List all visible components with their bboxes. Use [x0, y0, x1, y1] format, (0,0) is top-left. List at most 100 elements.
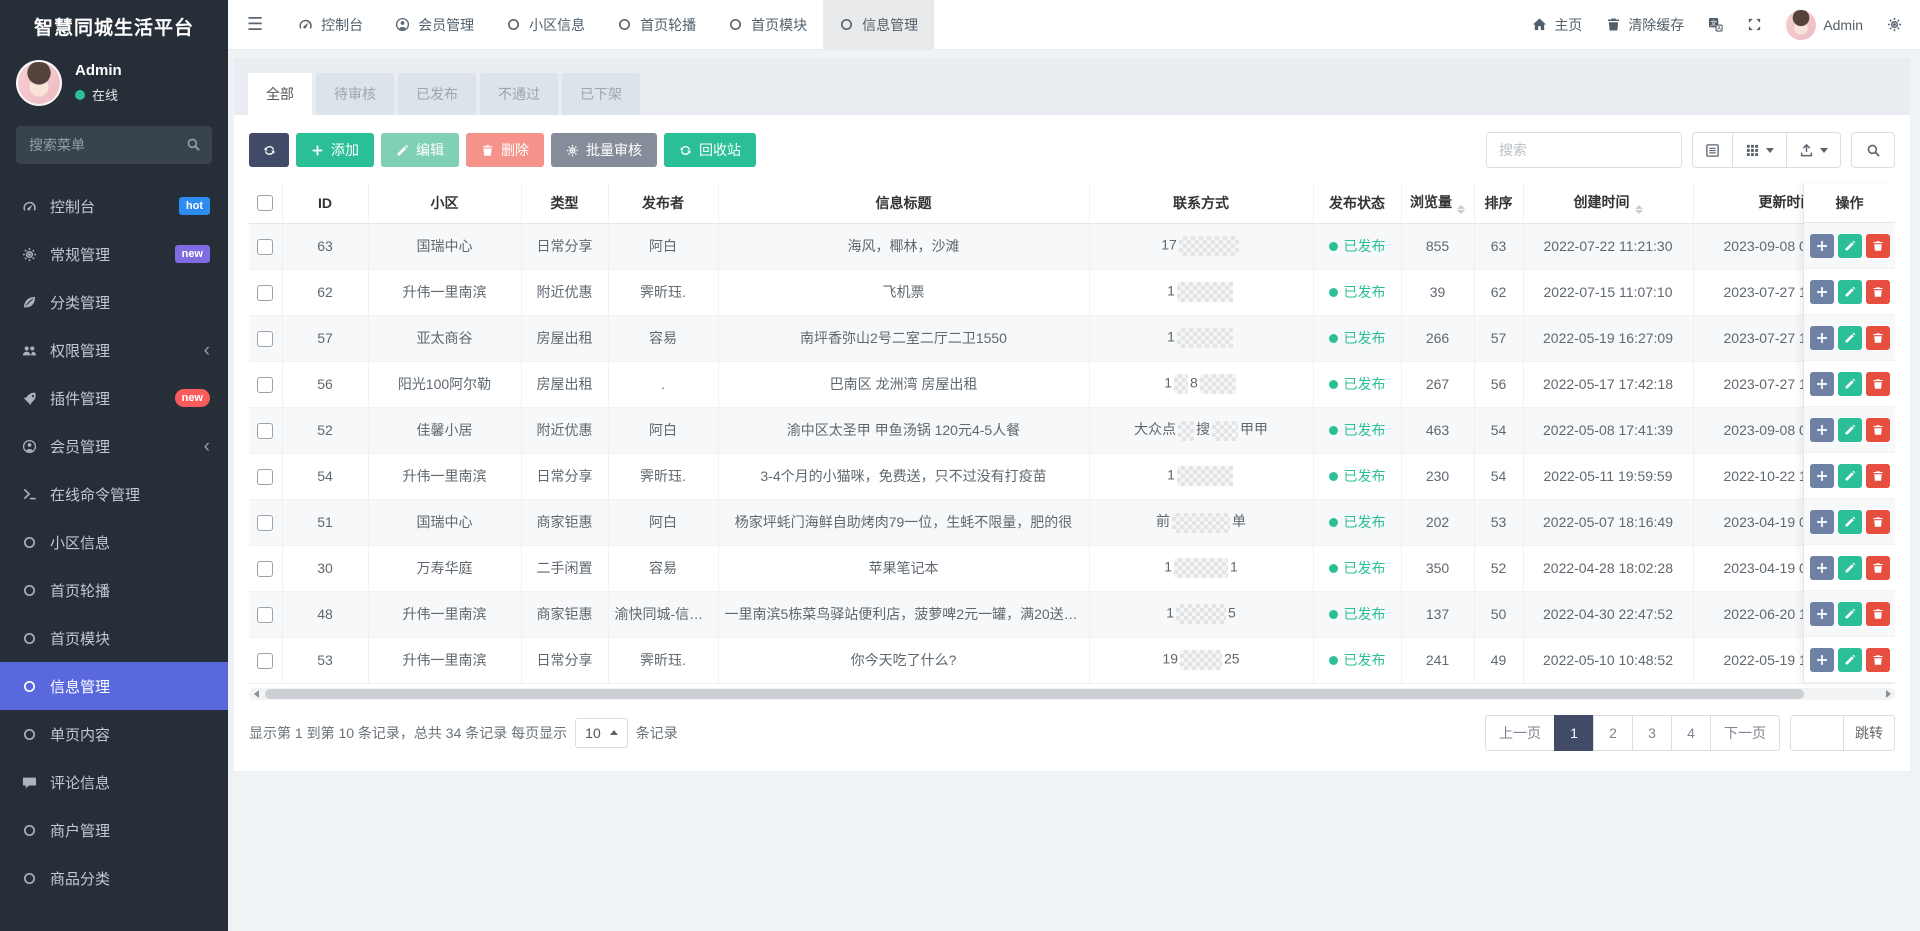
row-move-button[interactable]: [1810, 556, 1834, 580]
row-edit-button[interactable]: [1838, 648, 1862, 672]
user-menu[interactable]: Admin: [1786, 10, 1863, 40]
scrollbar-thumb[interactable]: [265, 689, 1804, 699]
row-delete-button[interactable]: [1866, 326, 1890, 350]
settings-button[interactable]: [1887, 17, 1902, 32]
row-checkbox[interactable]: [257, 561, 273, 577]
top-tab-dashboard[interactable]: 控制台: [282, 0, 379, 50]
table-row[interactable]: 57 亚太商谷 房屋出租 容易 南坪香弥山2号二室二厅二卫1550 1 已发布 …: [249, 315, 1895, 361]
row-checkbox[interactable]: [257, 515, 273, 531]
detail-view-button[interactable]: [1692, 132, 1733, 168]
language-button[interactable]: 文A: [1708, 17, 1723, 32]
row-delete-button[interactable]: [1866, 372, 1890, 396]
sidebar-item-merchant[interactable]: 商户管理: [0, 806, 228, 854]
page-button-2[interactable]: 2: [1593, 715, 1633, 751]
row-edit-button[interactable]: [1838, 326, 1862, 350]
page-size-select[interactable]: 10: [575, 718, 628, 748]
delete-button[interactable]: 删除: [466, 133, 544, 167]
column-header[interactable]: 创建时间: [1523, 183, 1693, 223]
table-row[interactable]: 53 升伟一里南滨 日常分享 霁昕珏. 你今天吃了什么? 1925 已发布 24…: [249, 637, 1895, 683]
row-move-button[interactable]: [1810, 372, 1834, 396]
columns-button[interactable]: [1732, 132, 1787, 168]
home-link[interactable]: 主页: [1532, 15, 1582, 35]
row-checkbox[interactable]: [257, 239, 273, 255]
row-delete-button[interactable]: [1866, 418, 1890, 442]
row-edit-button[interactable]: [1838, 418, 1862, 442]
row-edit-button[interactable]: [1838, 234, 1862, 258]
recycle-bin-button[interactable]: 回收站: [664, 133, 756, 167]
row-delete-button[interactable]: [1866, 602, 1890, 626]
sidebar-item-auth[interactable]: 权限管理‹: [0, 326, 228, 374]
row-checkbox[interactable]: [257, 423, 273, 439]
row-checkbox[interactable]: [257, 607, 273, 623]
jump-button[interactable]: 跳转: [1844, 715, 1895, 751]
sidebar-item-general[interactable]: 常规管理new: [0, 230, 228, 278]
sidebar-item-page[interactable]: 单页内容: [0, 710, 228, 758]
add-button[interactable]: 添加: [296, 133, 374, 167]
next-page-button[interactable]: 下一页: [1710, 715, 1780, 751]
edit-button[interactable]: 编辑: [381, 133, 459, 167]
page-button-1[interactable]: 1: [1554, 715, 1594, 751]
row-edit-button[interactable]: [1838, 464, 1862, 488]
row-checkbox[interactable]: [257, 377, 273, 393]
row-delete-button[interactable]: [1866, 280, 1890, 304]
page-button-4[interactable]: 4: [1671, 715, 1711, 751]
sidebar-item-command[interactable]: 在线命令管理: [0, 470, 228, 518]
row-delete-button[interactable]: [1866, 510, 1890, 534]
row-move-button[interactable]: [1810, 464, 1834, 488]
row-edit-button[interactable]: [1838, 280, 1862, 304]
search-toggle-button[interactable]: [1851, 132, 1895, 168]
row-edit-button[interactable]: [1838, 602, 1862, 626]
row-edit-button[interactable]: [1838, 510, 1862, 534]
sidebar-item-module[interactable]: 首页模块: [0, 614, 228, 662]
select-all-checkbox[interactable]: [257, 195, 273, 211]
row-move-button[interactable]: [1810, 602, 1834, 626]
table-row[interactable]: 62 升伟一里南滨 附近优惠 霁昕珏. 飞机票 1 已发布 39 62 2022…: [249, 269, 1895, 315]
row-move-button[interactable]: [1810, 326, 1834, 350]
row-delete-button[interactable]: [1866, 556, 1890, 580]
sidebar-item-info[interactable]: 信息管理: [0, 662, 228, 710]
filter-tab-rejected[interactable]: 不通过: [480, 73, 558, 115]
row-move-button[interactable]: [1810, 418, 1834, 442]
row-edit-button[interactable]: [1838, 556, 1862, 580]
row-delete-button[interactable]: [1866, 648, 1890, 672]
refresh-button[interactable]: [249, 133, 289, 167]
sidebar-item-community[interactable]: 小区信息: [0, 518, 228, 566]
clear-cache-button[interactable]: 清除缓存: [1606, 15, 1684, 35]
table-search-input[interactable]: [1486, 132, 1682, 168]
row-checkbox[interactable]: [257, 469, 273, 485]
sidebar-item-addon[interactable]: 插件管理new: [0, 374, 228, 422]
top-tab-info[interactable]: 信息管理: [823, 0, 934, 50]
row-edit-button[interactable]: [1838, 372, 1862, 396]
scroll-right-arrow[interactable]: [1881, 688, 1895, 700]
sidebar-item-goods[interactable]: 商品分类: [0, 854, 228, 902]
top-tab-community[interactable]: 小区信息: [490, 0, 601, 50]
row-move-button[interactable]: [1810, 280, 1834, 304]
row-delete-button[interactable]: [1866, 234, 1890, 258]
jump-page-input[interactable]: [1790, 715, 1844, 751]
sidebar-item-banner[interactable]: 首页轮播: [0, 566, 228, 614]
horizontal-scrollbar[interactable]: [249, 688, 1895, 700]
sidebar-item-comment[interactable]: 评论信息: [0, 758, 228, 806]
top-tab-member[interactable]: 会员管理: [379, 0, 490, 50]
table-row[interactable]: 56 阳光100阿尔勒 房屋出租 . 巴南区 龙洲湾 房屋出租 18 已发布 2…: [249, 361, 1895, 407]
row-delete-button[interactable]: [1866, 464, 1890, 488]
filter-tab-published[interactable]: 已发布: [398, 73, 476, 115]
sidebar-item-dashboard[interactable]: 控制台hot: [0, 182, 228, 230]
prev-page-button[interactable]: 上一页: [1485, 715, 1555, 751]
table-row[interactable]: 51 国瑞中心 商家钜惠 阿白 杨家坪蚝门海鲜自助烤肉79一位，生蚝不限量，肥的…: [249, 499, 1895, 545]
top-tab-banner[interactable]: 首页轮播: [601, 0, 712, 50]
table-row[interactable]: 54 升伟一里南滨 日常分享 霁昕珏. 3-4个月的小猫咪，免费送，只不过没有打…: [249, 453, 1895, 499]
sidebar-item-category[interactable]: 分类管理: [0, 278, 228, 326]
row-move-button[interactable]: [1810, 510, 1834, 534]
export-button[interactable]: [1786, 132, 1841, 168]
table-row[interactable]: 52 佳馨小居 附近优惠 阿白 渝中区太圣甲 甲鱼汤锅 120元4-5人餐 大众…: [249, 407, 1895, 453]
table-row[interactable]: 48 升伟一里南滨 商家钜惠 渝快同城-信息推广 一里南滨5栋菜鸟驿站便利店，菠…: [249, 591, 1895, 637]
table-row[interactable]: 63 国瑞中心 日常分享 阿白 海风，椰林，沙滩 17 已发布 855 63 2…: [249, 223, 1895, 269]
top-tab-module[interactable]: 首页模块: [712, 0, 823, 50]
table-row[interactable]: 30 万寿华庭 二手闲置 容易 苹果笔记本 11 已发布 350 52 2022…: [249, 545, 1895, 591]
row-checkbox[interactable]: [257, 285, 273, 301]
batch-audit-button[interactable]: 批量审核: [551, 133, 657, 167]
fullscreen-button[interactable]: [1747, 17, 1762, 32]
column-header[interactable]: 浏览量: [1401, 183, 1474, 223]
filter-tab-pending[interactable]: 待审核: [316, 73, 394, 115]
